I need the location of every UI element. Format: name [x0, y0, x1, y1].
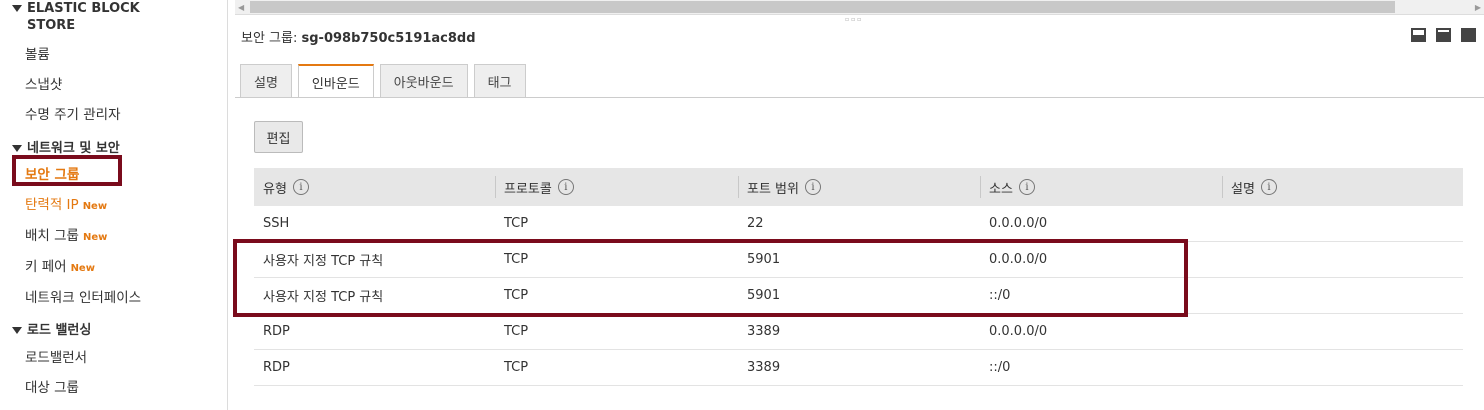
collapse-triangle-icon[interactable] [12, 327, 22, 334]
security-group-id: sg-098b750c5191ac8dd [301, 31, 476, 46]
section-header-network[interactable]: 네트워크 및 보안 [12, 137, 120, 156]
section-header-lb-label: 로드 밸런싱 [27, 323, 92, 338]
column-header-port-range[interactable]: 포트 범위 i [738, 168, 980, 206]
cell-description [1222, 350, 1463, 385]
inbound-rules-table: 유형 i 프로토콜 i 포트 범위 i 소스 i 설명 i SSH TCP 22 0.0.… [254, 168, 1463, 386]
info-icon[interactable]: i [1260, 179, 1277, 195]
scroll-left-arrow-icon[interactable]: ◀ [238, 3, 244, 12]
column-header-label: 포트 범위 [747, 181, 799, 197]
sidebar-item-label: 배치 그룹 [25, 228, 79, 244]
table-row[interactable]: SSH TCP 22 0.0.0.0/0 [254, 206, 1463, 242]
table-header: 유형 i 프로토콜 i 포트 범위 i 소스 i 설명 i [254, 168, 1463, 206]
table-row[interactable]: RDP TCP 3389 ::/0 [254, 350, 1463, 386]
column-header-source[interactable]: 소스 i [980, 168, 1222, 206]
new-badge: New [82, 232, 108, 243]
cell-port-range: 5901 [747, 288, 781, 303]
cell-type: 사용자 지정 TCP 규칙 [263, 290, 384, 305]
column-header-label: 소스 [989, 181, 1013, 197]
tab-tags[interactable]: 태그 [473, 64, 526, 97]
layout-bottom-large-icon[interactable] [1461, 28, 1476, 42]
cell-port-range: 3389 [747, 360, 781, 375]
info-icon[interactable]: i [557, 179, 574, 195]
cell-type: RDP [263, 360, 290, 375]
collapse-triangle-icon[interactable] [12, 5, 22, 12]
column-header-description[interactable]: 설명 i [1222, 168, 1463, 206]
sidebar: ELASTIC BLOCK STORE 볼륨 스냅샷 수명 주기 관리자 네트워… [0, 0, 228, 410]
sidebar-item-load-balancers[interactable]: 로드밸런서 [25, 346, 87, 366]
tab-outbound[interactable]: 아웃바운드 [379, 64, 468, 97]
info-icon[interactable]: i [292, 179, 309, 195]
new-badge: New [82, 201, 108, 212]
section-header-load-balancing[interactable]: 로드 밸런싱 [12, 319, 91, 338]
column-header-label: 설명 [1231, 181, 1255, 197]
sidebar-item-label: 키 페어 [25, 259, 67, 275]
column-header-label: 프로토콜 [504, 181, 552, 197]
column-header-label: 유형 [263, 181, 287, 197]
cell-protocol: TCP [504, 324, 529, 339]
table-row[interactable]: RDP TCP 3389 0.0.0.0/0 [254, 314, 1463, 350]
layout-toggle-group [1411, 28, 1476, 42]
section-header-ebs[interactable]: ELASTIC BLOCK STORE [12, 0, 177, 34]
cell-source: ::/0 [989, 288, 1011, 303]
horizontal-scrollbar[interactable]: ◀ ▶ [235, 0, 1484, 15]
cell-protocol: TCP [504, 360, 529, 375]
sidebar-item-key-pairs[interactable]: 키 페어 New [25, 255, 95, 275]
cell-type: SSH [263, 216, 290, 231]
sidebar-item-target-groups[interactable]: 대상 그룹 [25, 376, 79, 396]
cell-protocol: TCP [504, 252, 529, 267]
main-panel: ◀ ▶ ▫▫▫ 보안 그룹: sg-098b750c5191ac8dd 설명 인… [229, 0, 1484, 410]
sidebar-item-label: 탄력적 IP [25, 197, 79, 213]
info-icon[interactable]: i [1018, 179, 1035, 195]
cell-description [1222, 242, 1463, 277]
cell-protocol: TCP [504, 216, 529, 231]
new-badge: New [70, 263, 95, 274]
tab-description[interactable]: 설명 [240, 64, 292, 97]
cell-source: 0.0.0.0/0 [989, 216, 1048, 231]
layout-bottom-half-icon[interactable] [1436, 28, 1451, 42]
table-row[interactable]: 사용자 지정 TCP 규칙 TCP 5901 0.0.0.0/0 [254, 242, 1463, 278]
section-header-ebs-label: ELASTIC BLOCK STORE [27, 1, 140, 33]
scrollbar-thumb[interactable] [250, 1, 1395, 13]
info-icon[interactable]: i [804, 179, 821, 195]
table-row[interactable]: 사용자 지정 TCP 규칙 TCP 5901 ::/0 [254, 278, 1463, 314]
cell-protocol: TCP [504, 288, 529, 303]
cell-description [1222, 314, 1463, 349]
column-header-type[interactable]: 유형 i [254, 168, 495, 206]
cell-description [1222, 206, 1463, 241]
cell-description [1222, 278, 1463, 313]
sidebar-item-volumes[interactable]: 볼륨 [25, 43, 50, 63]
column-header-protocol[interactable]: 프로토콜 i [495, 168, 738, 206]
cell-port-range: 5901 [747, 252, 781, 267]
cell-port-range: 22 [747, 216, 764, 231]
detail-title: 보안 그룹: sg-098b750c5191ac8dd [241, 27, 476, 46]
edit-button[interactable]: 편집 [254, 121, 303, 153]
collapse-triangle-icon[interactable] [12, 145, 22, 152]
sidebar-item-lifecycle-manager[interactable]: 수명 주기 관리자 [25, 103, 121, 123]
layout-bottom-small-icon[interactable] [1411, 28, 1426, 42]
sidebar-item-placement-groups[interactable]: 배치 그룹 New [25, 224, 107, 244]
cell-type: RDP [263, 324, 290, 339]
sidebar-item-elastic-ip[interactable]: 탄력적 IP New [25, 193, 107, 213]
tab-inbound[interactable]: 인바운드 [297, 64, 374, 98]
cell-source: ::/0 [989, 360, 1011, 375]
tab-bar: 설명 인바운드 아웃바운드 태그 [240, 64, 526, 98]
cell-port-range: 3389 [747, 324, 781, 339]
sidebar-item-snapshots[interactable]: 스냅샷 [25, 73, 62, 93]
cell-source: 0.0.0.0/0 [989, 252, 1048, 267]
sidebar-item-network-interfaces[interactable]: 네트워크 인터페이스 [25, 286, 141, 306]
annotation-highlight-box [12, 155, 122, 186]
cell-source: 0.0.0.0/0 [989, 324, 1048, 339]
detail-title-prefix: 보안 그룹: [241, 31, 302, 46]
resize-grip-icon[interactable]: ▫▫▫ [845, 16, 863, 23]
tab-divider [235, 97, 1484, 98]
scroll-right-arrow-icon[interactable]: ▶ [1475, 3, 1481, 12]
section-header-network-label: 네트워크 및 보안 [27, 141, 120, 156]
cell-type: 사용자 지정 TCP 규칙 [263, 254, 384, 269]
